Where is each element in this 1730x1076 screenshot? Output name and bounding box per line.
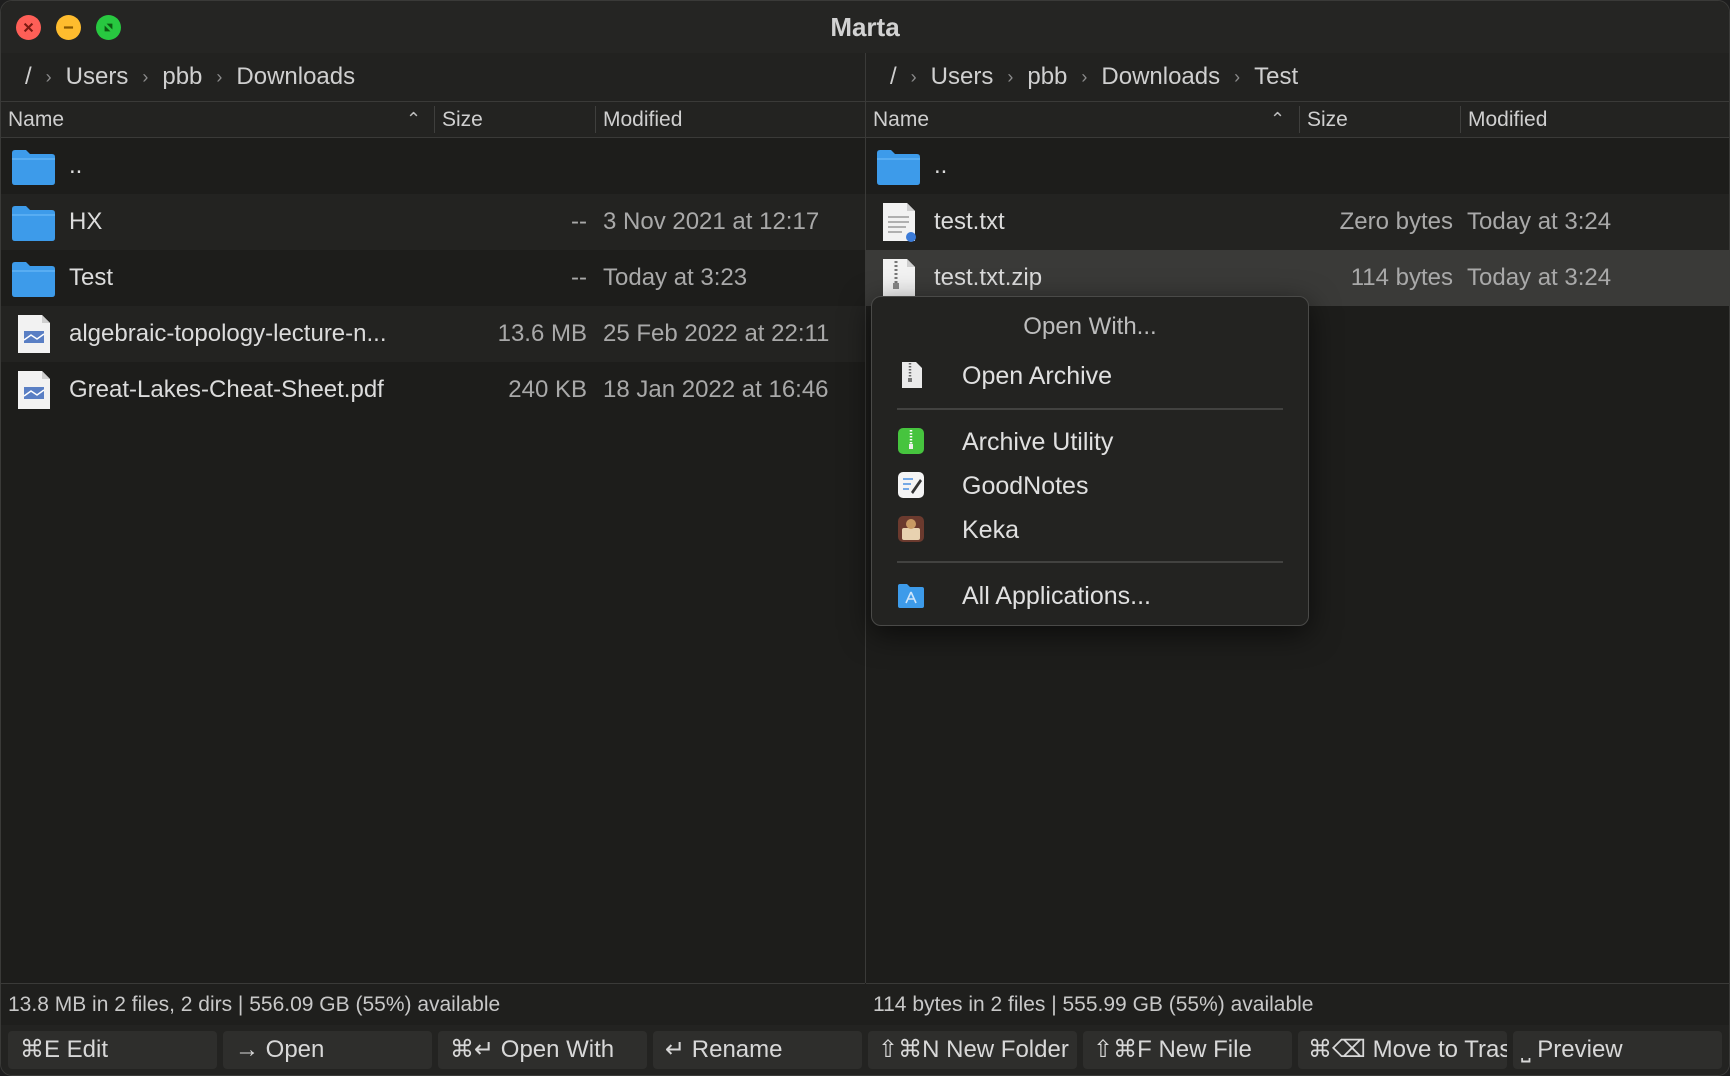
file-list: .. test.txt Zero bytes Today at 3:24 tes… <box>866 138 1729 306</box>
breadcrumb-pbb[interactable]: pbb <box>1021 63 1073 91</box>
chevron-right-icon: › <box>216 66 223 87</box>
breadcrumb-root[interactable]: / <box>884 63 903 91</box>
menu-item-label: Open Archive <box>962 362 1113 390</box>
list-item[interactable]: .. <box>866 138 1729 194</box>
file-name: Test <box>69 264 114 291</box>
list-item[interactable]: Test -- Today at 3:23 <box>1 250 865 306</box>
menu-item-goodnotes[interactable]: GoodNotes <box>897 466 1287 506</box>
column-header: Name ⌃ Size Modified <box>866 101 1729 138</box>
menu-item-label: Keka <box>962 516 1019 544</box>
keka-icon <box>898 516 924 542</box>
breadcrumb-users[interactable]: Users <box>60 63 135 91</box>
breadcrumb-downloads[interactable]: Downloads <box>1095 63 1226 91</box>
status-bar-left: 13.8 MB in 2 files, 2 dirs | 556.09 GB (… <box>1 983 865 1025</box>
menu-title: Open With... <box>1023 313 1157 340</box>
menu-item-archive-utility[interactable]: Archive Utility <box>897 422 1287 462</box>
menu-item-all-applications[interactable]: All Applications... <box>897 576 1287 616</box>
open-with-button[interactable]: ⌘↵ Open With <box>438 1031 647 1069</box>
menu-separator <box>897 561 1283 563</box>
column-name[interactable]: Name <box>866 102 1299 137</box>
list-item[interactable]: HX -- 3 Nov 2021 at 12:17 <box>1 194 865 250</box>
breadcrumb: / › Users › pbb › Downloads › Test <box>866 53 1729 101</box>
file-modified: Today at 3:24 <box>1467 264 1612 291</box>
sort-ascending-icon: ⌃ <box>406 109 422 129</box>
applications-folder-icon <box>898 584 924 608</box>
file-name: Great-Lakes-Cheat-Sheet.pdf <box>69 376 384 403</box>
menu-separator <box>897 408 1283 410</box>
title-bar: Marta <box>1 1 1729 53</box>
file-size: 114 bytes <box>1350 264 1453 291</box>
action-toolbar: ⌘E Edit → Open ⌘↵ Open With ↵ Rename ⇧⌘N… <box>1 1025 1729 1075</box>
file-size: Zero bytes <box>1339 208 1453 235</box>
menu-item-label: Archive Utility <box>962 428 1114 456</box>
left-pane[interactable]: / › Users › pbb › Downloads Name ⌃ Size … <box>1 53 865 983</box>
menu-item-open-archive[interactable]: Open Archive <box>897 356 1287 396</box>
column-modified[interactable]: Modified <box>1461 102 1729 137</box>
goodnotes-icon <box>898 472 924 498</box>
breadcrumb-root[interactable]: / <box>19 63 38 91</box>
breadcrumb-users[interactable]: Users <box>925 63 1000 91</box>
file-name: test.txt <box>934 208 1005 235</box>
folder-icon <box>12 150 55 185</box>
menu-item-label: GoodNotes <box>962 472 1089 500</box>
chevron-right-icon: › <box>1007 66 1014 87</box>
column-header: Name ⌃ Size Modified <box>1 101 865 138</box>
open-button[interactable]: → Open <box>223 1031 432 1069</box>
new-folder-button[interactable]: ⇧⌘N New Folder <box>868 1031 1077 1069</box>
list-item[interactable]: algebraic-topology-lecture-n... 13.6 MB … <box>1 306 865 362</box>
preview-button[interactable]: ⎵ Preview <box>1513 1031 1722 1069</box>
chevron-right-icon: › <box>1234 66 1241 87</box>
breadcrumb: / › Users › pbb › Downloads <box>1 53 865 101</box>
edit-button[interactable]: ⌘E Edit <box>8 1031 217 1069</box>
file-size: 240 KB <box>508 376 587 403</box>
breadcrumb-pbb[interactable]: pbb <box>156 63 208 91</box>
list-item[interactable]: Great-Lakes-Cheat-Sheet.pdf 240 KB 18 Ja… <box>1 362 865 418</box>
marta-window: Marta / › Users › pbb › Downloads Name ⌃… <box>0 0 1730 1076</box>
breadcrumb-downloads[interactable]: Downloads <box>230 63 361 91</box>
column-size[interactable]: Size <box>1300 102 1460 137</box>
file-list: .. HX -- 3 Nov 2021 at 12:17 Test -- Tod… <box>1 138 865 418</box>
list-item[interactable]: test.txt Zero bytes Today at 3:24 <box>866 194 1729 250</box>
chevron-right-icon: › <box>45 66 52 87</box>
zip-file-icon <box>883 259 915 297</box>
folder-icon <box>877 150 920 185</box>
chevron-right-icon: › <box>142 66 149 87</box>
column-size[interactable]: Size <box>435 102 595 137</box>
file-modified: 3 Nov 2021 at 12:17 <box>603 208 820 235</box>
folder-icon <box>12 206 55 241</box>
list-item[interactable]: .. <box>1 138 865 194</box>
text-file-icon <box>883 203 916 242</box>
file-modified: Today at 3:24 <box>1467 208 1612 235</box>
status-bar-right: 114 bytes in 2 files | 555.99 GB (55%) a… <box>866 983 1729 1025</box>
column-modified[interactable]: Modified <box>596 102 865 137</box>
pdf-file-icon <box>18 371 50 409</box>
folder-icon <box>12 262 55 297</box>
file-name: algebraic-topology-lecture-n... <box>69 320 387 347</box>
file-size: -- <box>571 264 587 291</box>
file-name: HX <box>69 208 103 235</box>
archive-utility-icon <box>898 428 924 454</box>
chevron-right-icon: › <box>1081 66 1088 87</box>
move-to-trash-button[interactable]: ⌘⌫ Move to Trash <box>1298 1031 1507 1069</box>
new-file-button[interactable]: ⇧⌘F New File <box>1083 1031 1292 1069</box>
rename-button[interactable]: ↵ Rename <box>653 1031 862 1069</box>
file-name: .. <box>934 152 948 179</box>
menu-item-keka[interactable]: Keka <box>897 510 1287 550</box>
file-size: 13.6 MB <box>497 320 587 347</box>
column-name[interactable]: Name <box>1 102 434 137</box>
open-with-menu: Open With... Open Archive Archive Utilit… <box>871 296 1309 626</box>
sort-ascending-icon: ⌃ <box>1270 109 1286 129</box>
file-modified: Today at 3:23 <box>603 264 748 291</box>
chevron-right-icon: › <box>910 66 917 87</box>
menu-item-label: All Applications... <box>962 582 1151 610</box>
file-modified: 18 Jan 2022 at 16:46 <box>603 376 829 403</box>
window-title: Marta <box>830 12 900 42</box>
file-size: -- <box>571 208 587 235</box>
file-modified: 25 Feb 2022 at 22:11 <box>603 320 830 347</box>
breadcrumb-test[interactable]: Test <box>1248 63 1304 91</box>
pdf-file-icon <box>18 315 50 353</box>
archive-icon <box>902 362 922 388</box>
file-name: .. <box>69 152 83 179</box>
